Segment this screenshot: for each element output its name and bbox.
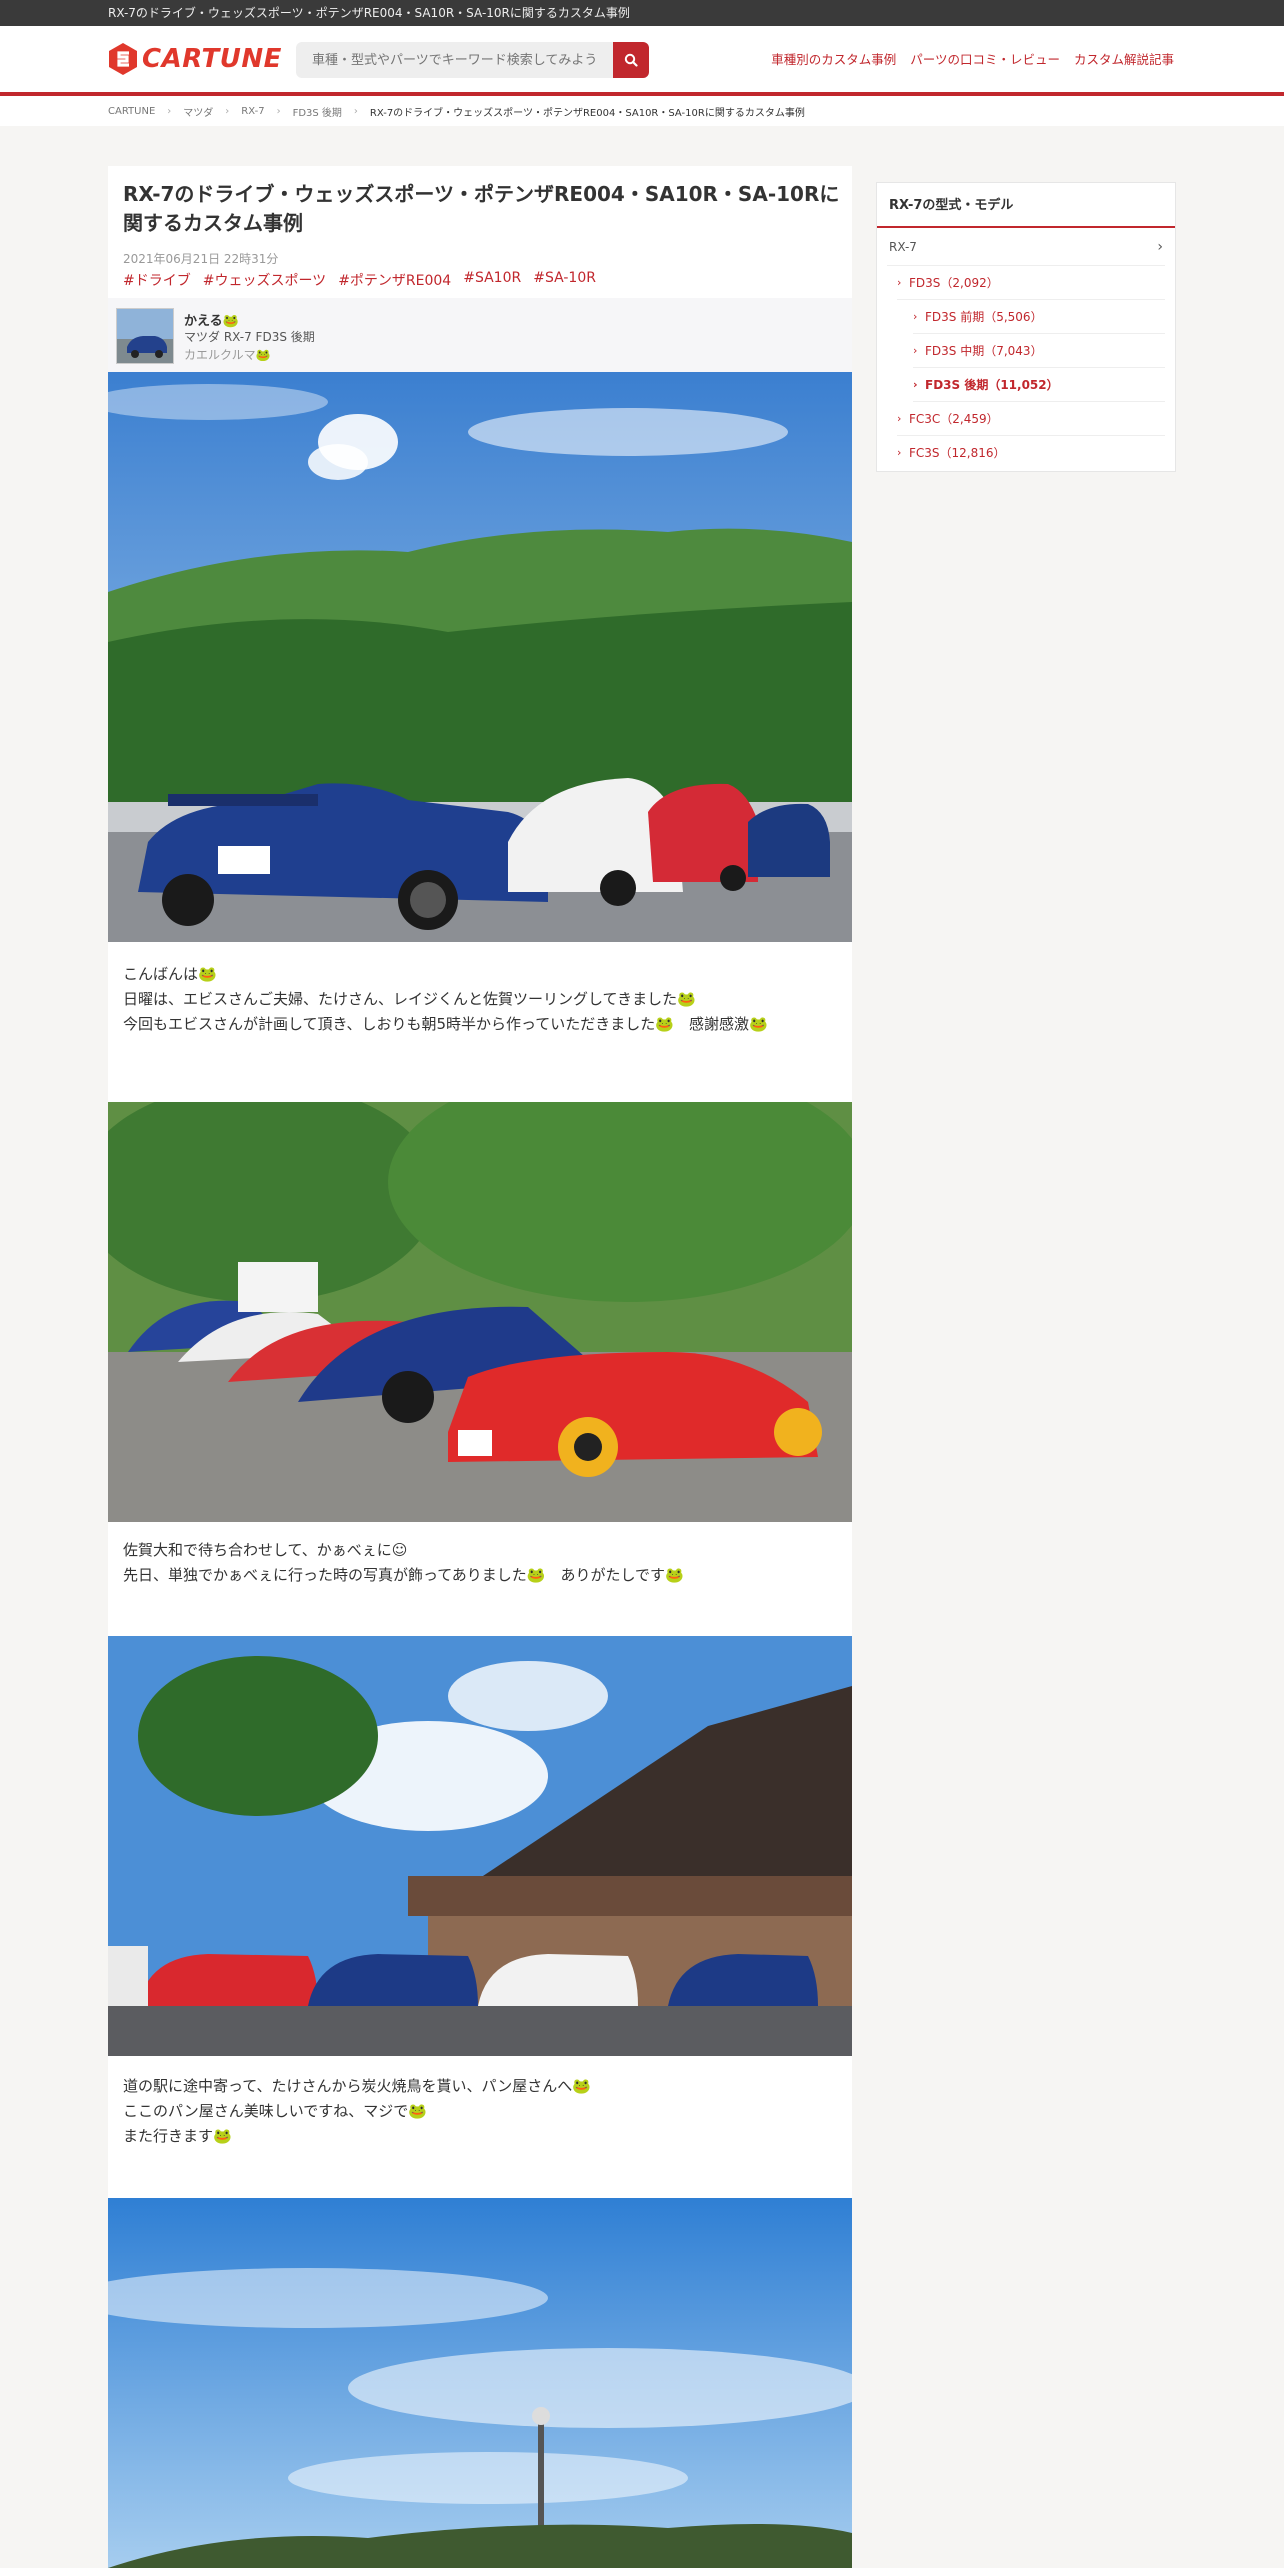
paragraph-line: 道の駅に途中寄って、たけさんから炭火焼鳥を貰い、パン屋さんへ🐸 bbox=[123, 2077, 591, 2095]
sidebar-item-label: FD3S 前期（5,506） bbox=[925, 310, 1043, 324]
avatar[interactable] bbox=[116, 308, 174, 364]
cartune-logo[interactable]: CARTUNE bbox=[108, 42, 282, 76]
tag-link[interactable]: #ウェッズスポーツ bbox=[203, 270, 326, 290]
post-photo[interactable] bbox=[108, 1636, 852, 2056]
chevron-right-icon: › bbox=[913, 344, 918, 357]
paragraph-line: こんばんは🐸 bbox=[123, 965, 217, 983]
nav-parts-review[interactable]: パーツの口コミ・レビュー bbox=[910, 50, 1060, 70]
site-topbar: RX-7のドライブ・ウェッズスポーツ・ポテンザRE004・SA10R・SA-10… bbox=[0, 0, 1284, 26]
sidebar-item-label: FC3C（2,459） bbox=[909, 412, 999, 426]
search-box bbox=[296, 42, 649, 78]
chevron-right-icon: › bbox=[276, 105, 281, 117]
chevron-right-icon: › bbox=[225, 105, 230, 117]
tag-link[interactable]: #SA-10R bbox=[533, 270, 596, 290]
sidebar-item-label: FC3S（12,816） bbox=[909, 446, 1006, 460]
paragraph-line: 先日、単独でかぁべぇに行った時の写真が飾ってありました🐸 ありがたしです🐸 bbox=[123, 1566, 684, 1584]
logo-wordmark: CARTUNE bbox=[142, 44, 282, 74]
sidebar-model-label: RX-7 bbox=[889, 240, 917, 254]
model-sidebar: RX-7の型式・モデル RX-7 › › FD3S（2,092） › FD3S … bbox=[876, 182, 1176, 472]
post-paragraph: こんばんは🐸 日曜は、エビスさんご夫婦、たけさん、レイジくんと佐賀ツーリングして… bbox=[123, 962, 838, 1037]
breadcrumb-current: RX-7のドライブ・ウェッズスポーツ・ポテンザRE004・SA10R・SA-10… bbox=[369, 107, 805, 119]
tag-link[interactable]: #SA10R bbox=[463, 270, 521, 290]
topbar-title: RX-7のドライブ・ウェッズスポーツ・ポテンザRE004・SA10R・SA-10… bbox=[108, 6, 630, 20]
breadcrumb-home[interactable]: CARTUNE bbox=[108, 106, 155, 117]
sidebar-item-label: FD3S 中期（7,043） bbox=[925, 344, 1043, 358]
tag-link[interactable]: #ポテンザRE004 bbox=[338, 270, 451, 290]
site-header: CARTUNE 車種別のカスタム事例 パーツの口コミ・レビュー カスタム解説記事 bbox=[0, 26, 1284, 96]
avatar-image bbox=[117, 309, 173, 363]
photo-cars-mountain bbox=[108, 372, 852, 942]
paragraph-line: ここのパン屋さん美味しいですね、マジで🐸 bbox=[123, 2102, 427, 2120]
breadcrumb: CARTUNE › マツダ › RX-7 › FD3S 後期 › RX-7のドラ… bbox=[0, 96, 1284, 126]
search-input[interactable] bbox=[296, 42, 612, 78]
search-button[interactable] bbox=[613, 42, 649, 78]
post-paragraph: 佐賀大和で待ち合わせして、かぁべぇに☺ 先日、単独でかぁべぇに行った時の写真が飾… bbox=[123, 1538, 838, 1588]
tag-list: #ドライブ #ウェッズスポーツ #ポテンザRE004 #SA10R #SA-10… bbox=[123, 270, 596, 290]
post-paragraph: 道の駅に途中寄って、たけさんから炭火焼鳥を貰い、パン屋さんへ🐸 ここのパン屋さん… bbox=[123, 2074, 838, 2149]
author-handle: カエルクルマ🐸 bbox=[184, 348, 271, 362]
nav-articles[interactable]: カスタム解説記事 bbox=[1074, 50, 1174, 70]
sidebar-item-fc3s[interactable]: › FC3S（12,816） bbox=[897, 436, 1165, 470]
breadcrumb-grade[interactable]: FD3S 後期 bbox=[293, 104, 342, 119]
chevron-right-icon: › bbox=[897, 412, 902, 425]
author-car: マツダ RX-7 FD3S 後期 bbox=[184, 330, 315, 344]
chevron-right-icon: › bbox=[1157, 239, 1163, 255]
header-nav: 車種別のカスタム事例 パーツの口コミ・レビュー カスタム解説記事 bbox=[771, 50, 1174, 70]
sidebar-item-fd3s-mid[interactable]: › FD3S 中期（7,043） bbox=[913, 334, 1165, 368]
cartune-logo-icon bbox=[109, 43, 137, 75]
chevron-right-icon: › bbox=[897, 446, 902, 459]
paragraph-line: 今回もエビスさんが計画して頂き、しおりも朝5時半から作っていただきました🐸 感謝… bbox=[123, 1015, 768, 1033]
search-icon bbox=[624, 53, 638, 67]
sidebar-item-fd3s-late[interactable]: › FD3S 後期（11,052） bbox=[913, 368, 1165, 402]
article-title: RX-7のドライブ・ウェッズスポーツ・ポテンザRE004・SA10R・SA-10… bbox=[123, 182, 840, 235]
chevron-right-icon: › bbox=[167, 105, 172, 117]
sidebar-item-label: FD3S 後期（11,052） bbox=[925, 378, 1059, 392]
breadcrumb-model[interactable]: RX-7 bbox=[241, 106, 264, 117]
sidebar-item-fd3s[interactable]: › FD3S（2,092） bbox=[897, 266, 1165, 300]
chevron-right-icon: › bbox=[913, 378, 918, 391]
photo-cars-parking bbox=[108, 1102, 852, 1522]
nav-car-custom[interactable]: 車種別のカスタム事例 bbox=[771, 50, 896, 70]
sidebar-item-label: FD3S（2,092） bbox=[909, 276, 999, 290]
article-card: RX-7のドライブ・ウェッズスポーツ・ポテンザRE004・SA10R・SA-10… bbox=[108, 166, 852, 2568]
photo-bakery-cars bbox=[108, 1636, 852, 2056]
author-name[interactable]: かえる🐸 bbox=[184, 310, 239, 329]
photo-sky-pole bbox=[108, 2198, 852, 2568]
tag-link[interactable]: #ドライブ bbox=[123, 270, 191, 290]
chevron-right-icon: › bbox=[913, 310, 918, 323]
chevron-right-icon: › bbox=[897, 276, 902, 289]
paragraph-line: 日曜は、エビスさんご夫婦、たけさん、レイジくんと佐賀ツーリングしてきました🐸 bbox=[123, 990, 696, 1008]
sidebar-model-rx7[interactable]: RX-7 › bbox=[887, 228, 1165, 266]
paragraph-line: また行きます🐸 bbox=[123, 2127, 232, 2145]
breadcrumb-maker[interactable]: マツダ bbox=[183, 104, 213, 119]
post-photo[interactable] bbox=[108, 372, 852, 942]
paragraph-line: 佐賀大和で待ち合わせして、かぁべぇに☺ bbox=[123, 1541, 408, 1559]
sidebar-item-fd3s-early[interactable]: › FD3S 前期（5,506） bbox=[913, 300, 1165, 334]
author-card[interactable]: かえる🐸 マツダ RX-7 FD3S 後期 カエルクルマ🐸 bbox=[108, 298, 852, 372]
sidebar-item-fc3c[interactable]: › FC3C（2,459） bbox=[897, 402, 1165, 436]
post-photo[interactable] bbox=[108, 2198, 852, 2568]
post-photo[interactable] bbox=[108, 1102, 852, 1522]
post-date: 2021年06月21日 22時31分 bbox=[123, 252, 279, 266]
chevron-right-icon: › bbox=[353, 105, 358, 117]
sidebar-title: RX-7の型式・モデル bbox=[877, 183, 1175, 228]
